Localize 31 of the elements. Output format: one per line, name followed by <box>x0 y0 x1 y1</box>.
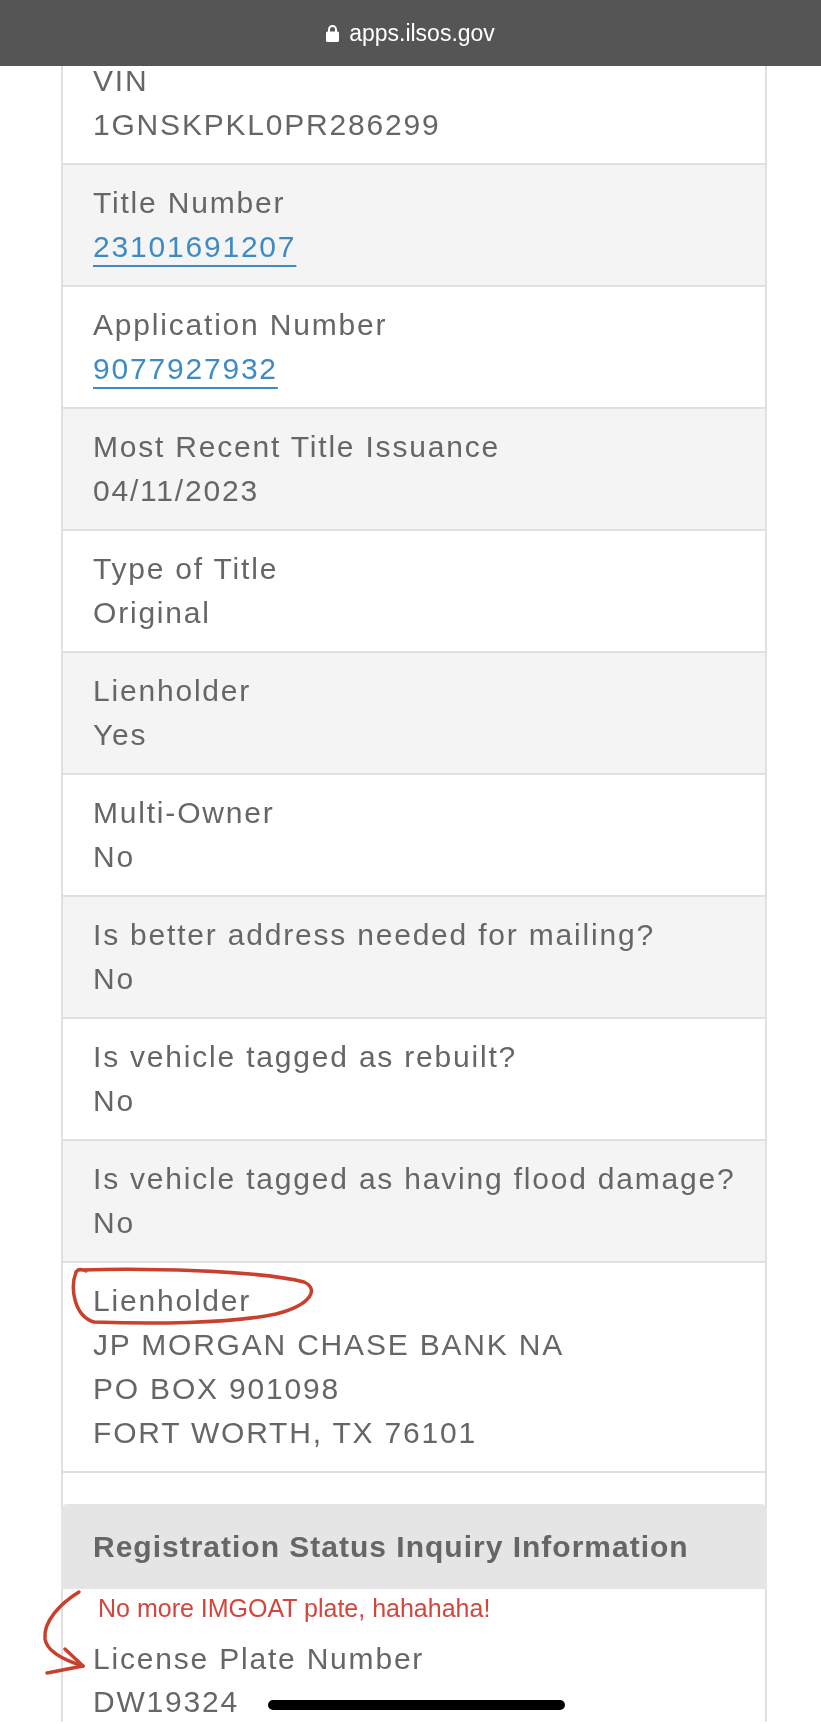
field-label: Most Recent Title Issuance <box>93 429 500 465</box>
address-line: JP MORGAN CHASE BANK NA <box>93 1327 564 1363</box>
field-value-link[interactable]: 9077927932 <box>93 347 278 391</box>
field-label: License Plate Number <box>93 1641 425 1677</box>
url-text: apps.ilsos.gov <box>349 21 495 45</box>
field-value: No <box>93 1083 135 1119</box>
field-value: Yes <box>93 717 148 753</box>
field-label: Lienholder <box>93 1283 252 1319</box>
field-label: Is vehicle tagged as having flood damage? <box>93 1161 736 1197</box>
field-value: DW19324 <box>93 1684 239 1720</box>
field-value: Original <box>93 595 211 631</box>
field-label: Is vehicle tagged as rebuilt? <box>93 1039 518 1075</box>
field-label: Title Number <box>93 185 286 221</box>
section-header: Registration Status Inquiry Information <box>61 1504 767 1589</box>
field-label: VIN <box>93 66 149 96</box>
field-label: Type of Title <box>93 551 279 587</box>
lock-icon <box>326 24 340 42</box>
field-value: No <box>93 1205 135 1241</box>
field-label: Application Number <box>93 307 388 343</box>
field-value: No <box>93 839 135 875</box>
field-value: 04/11/2023 <box>93 473 259 509</box>
address-line: FORT WORTH, TX 76101 <box>93 1415 477 1451</box>
address-line: PO BOX 901098 <box>93 1371 340 1407</box>
field-value: 1GNSKPKL0PR286299 <box>93 107 441 143</box>
field-label: Lienholder <box>93 673 252 709</box>
browser-address-bar[interactable]: apps.ilsos.gov <box>0 0 821 66</box>
handwritten-note: No more IMGOAT plate, hahahaha! <box>98 1593 491 1624</box>
field-value: No <box>93 961 135 997</box>
field-label: Multi-Owner <box>93 795 275 831</box>
field-label: Is better address needed for mailing? <box>93 917 655 953</box>
field-value-link[interactable]: 23101691207 <box>93 225 297 269</box>
